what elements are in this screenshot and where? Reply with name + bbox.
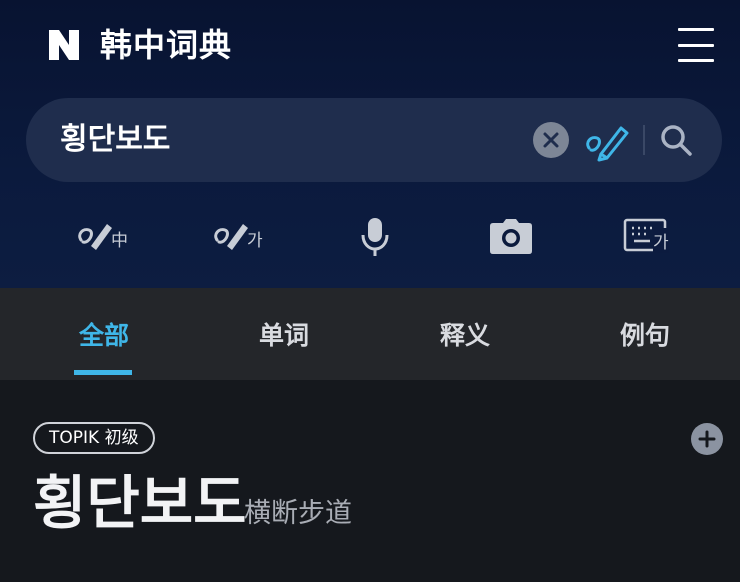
search-input[interactable]: 횡단보도: [60, 116, 170, 164]
tab-all[interactable]: 全部: [39, 288, 169, 380]
topik-level-badge: TOPIK 初级: [33, 422, 155, 454]
result-tabs: 全部 单词 释义 例句: [0, 288, 740, 380]
divider: [643, 125, 645, 155]
camera-icon[interactable]: [481, 208, 541, 264]
active-tab-indicator: [74, 370, 132, 375]
tab-definitions[interactable]: 释义: [400, 288, 530, 380]
korean-keyboard-icon[interactable]: 가: [617, 208, 677, 264]
tab-examples[interactable]: 例句: [580, 288, 710, 380]
header: 韩中词典 횡단보도 中 가 가: [0, 0, 740, 288]
korean-handwriting-icon[interactable]: 가: [209, 208, 269, 264]
naver-n-logo-icon[interactable]: [45, 26, 83, 64]
tool-sub-label: 中: [111, 231, 128, 251]
chinese-handwriting-icon[interactable]: 中: [73, 208, 133, 264]
entry-headword[interactable]: 횡단보도: [33, 468, 246, 538]
tab-words[interactable]: 单词: [219, 288, 349, 380]
plus-icon[interactable]: [691, 423, 723, 455]
handwriting-pen-icon[interactable]: [583, 118, 631, 162]
input-tools: 中 가 가: [0, 208, 740, 264]
tool-sub-label: 가: [653, 228, 669, 253]
app-title: 韩中词典: [100, 26, 233, 64]
entry-card: TOPIK 初级 횡단보도 横断步道: [0, 380, 740, 582]
tool-sub-label: 가: [247, 231, 263, 251]
clear-icon[interactable]: [533, 122, 569, 158]
microphone-icon[interactable]: [345, 208, 405, 264]
search-icon[interactable]: [658, 122, 694, 158]
hamburger-menu-icon[interactable]: [678, 28, 714, 62]
entry-hanja: 横断步道: [244, 498, 352, 529]
search-bar[interactable]: 횡단보도: [26, 98, 722, 182]
